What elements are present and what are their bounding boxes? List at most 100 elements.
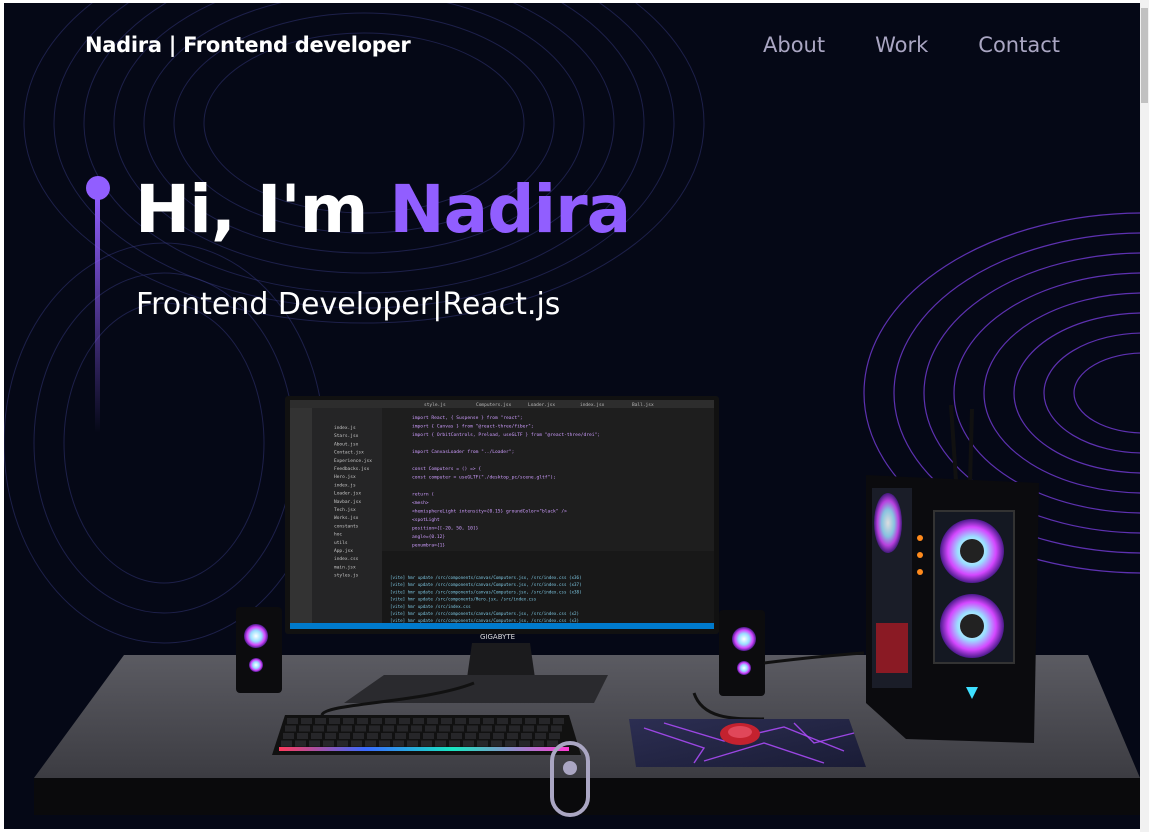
keyboard-key bbox=[479, 733, 490, 739]
keyboard-key bbox=[357, 718, 368, 724]
explorer-file-item: index.js bbox=[334, 425, 356, 431]
keyboard-key bbox=[337, 740, 348, 747]
keyboard-key bbox=[441, 718, 452, 724]
keyboard-key bbox=[549, 733, 560, 739]
keyboard-key bbox=[365, 740, 376, 747]
explorer-file-item: Experience.jsx bbox=[334, 458, 372, 464]
monitor-brand-label: GIGABYTE bbox=[480, 633, 515, 641]
explorer-file-item: utils bbox=[334, 540, 348, 546]
keyboard-key bbox=[353, 733, 364, 739]
keyboard-key bbox=[411, 725, 422, 732]
keyboard-key bbox=[367, 733, 378, 739]
code-line: position={[-20, 50, 10]} bbox=[412, 526, 479, 532]
keyboard-key bbox=[537, 725, 548, 732]
code-line: return ( bbox=[412, 492, 434, 498]
terminal-line: [vite] hmr update /src/components/canvas… bbox=[390, 575, 582, 580]
explorer-file-item: Feedbacks.jsx bbox=[334, 466, 370, 472]
keyboard-key bbox=[283, 733, 294, 739]
terminal-line: [vite] hmr update /src/components/Hero.j… bbox=[390, 597, 537, 602]
terminal-line: [vite] hmr update /src/components/canvas… bbox=[390, 611, 579, 616]
page-scrollbar[interactable] bbox=[1140, 0, 1149, 832]
keyboard-key bbox=[327, 725, 338, 732]
keyboard-key bbox=[313, 725, 324, 732]
keyboard-key bbox=[455, 718, 466, 724]
code-line: <hemisphereLight intensity={0.15} ground… bbox=[412, 509, 567, 515]
keyboard-key bbox=[435, 740, 446, 747]
explorer-file-item: hoc bbox=[334, 532, 342, 538]
keyboard-key bbox=[339, 733, 350, 739]
scroll-dot bbox=[563, 761, 577, 775]
keyboard-key bbox=[519, 740, 530, 747]
keyboard-key bbox=[539, 718, 550, 724]
code-line: import { OrbitControls, Preload, useGLTF… bbox=[412, 432, 600, 438]
keyboard-key bbox=[505, 740, 516, 747]
keyboard-key bbox=[385, 718, 396, 724]
keyboard-key bbox=[495, 725, 506, 732]
keyboard-key bbox=[451, 733, 462, 739]
code-line: <spotLight bbox=[412, 517, 440, 523]
editor-tab: style.js bbox=[424, 402, 446, 408]
keyboard-key bbox=[295, 740, 306, 747]
explorer-file-item: index.js bbox=[334, 482, 356, 488]
keyboard-key bbox=[341, 725, 352, 732]
site-logo-title[interactable]: Nadira | Frontend developer bbox=[85, 33, 411, 57]
explorer-file-item: Navbar.jsx bbox=[334, 499, 361, 505]
explorer-file-item: Tech.jsx bbox=[334, 507, 356, 513]
keyboard-key bbox=[397, 725, 408, 732]
explorer-file-item: index.css bbox=[334, 556, 359, 562]
explorer-file-item: styles.js bbox=[334, 573, 359, 579]
keyboard-key bbox=[423, 733, 434, 739]
keyboard bbox=[272, 715, 581, 755]
explorer-file-item: Works.jsx bbox=[334, 515, 359, 521]
keyboard-key bbox=[351, 740, 362, 747]
keyboard-key bbox=[311, 733, 322, 739]
code-line: import React, { Suspense } from "react"; bbox=[412, 415, 523, 421]
hero-greeting: Hi, I'm bbox=[135, 171, 390, 248]
explorer-file-item: main.jsx bbox=[334, 564, 356, 570]
editor-tab: index.jsx bbox=[580, 402, 605, 408]
keyboard-key bbox=[425, 725, 436, 732]
keyboard-key bbox=[507, 733, 518, 739]
keyboard-key bbox=[309, 740, 320, 747]
keyboard-key bbox=[491, 740, 502, 747]
keyboard-key bbox=[465, 733, 476, 739]
nav-link-about[interactable]: About bbox=[763, 33, 825, 57]
terminal-line: [vite] hmr update /src/components/canvas… bbox=[390, 589, 582, 594]
explorer-file-item: Loader.jsx bbox=[334, 491, 361, 497]
explorer-file-item: Contact.jsx bbox=[334, 450, 364, 456]
keyboard-key bbox=[427, 718, 438, 724]
editor-tab: Computers.jsx bbox=[476, 402, 512, 408]
explorer-file-item: About.jsx bbox=[334, 441, 359, 447]
keyboard-key bbox=[409, 733, 420, 739]
code-line: import CanvasLoader from "../Loader"; bbox=[412, 449, 514, 455]
scrollbar-thumb[interactable] bbox=[1141, 8, 1148, 103]
pc-tower bbox=[866, 404, 1039, 743]
nav-link-work[interactable]: Work bbox=[875, 33, 928, 57]
keyboard-key bbox=[383, 725, 394, 732]
hero-title: Hi, I'm Nadira bbox=[135, 171, 631, 248]
keyboard-key bbox=[323, 740, 334, 747]
keyboard-key bbox=[453, 725, 464, 732]
keyboard-key bbox=[437, 733, 448, 739]
keyboard-key bbox=[301, 718, 312, 724]
editor-tab: Ball.jsx bbox=[632, 402, 654, 408]
keyboard-key bbox=[395, 733, 406, 739]
keyboard-key bbox=[523, 725, 534, 732]
keyboard-key bbox=[329, 718, 340, 724]
explorer-file-item: constants bbox=[334, 523, 359, 529]
code-line: const Computers = () => { bbox=[412, 466, 481, 472]
keyboard-key bbox=[343, 718, 354, 724]
nav-link-contact[interactable]: Contact bbox=[978, 33, 1060, 57]
mouse-scroll-icon[interactable] bbox=[550, 741, 590, 817]
keyboard-key bbox=[553, 718, 564, 724]
code-line: angle={0.12} bbox=[412, 534, 445, 540]
nav-links: About Work Contact bbox=[763, 33, 1060, 57]
hero-subtitle: Frontend Developer|React.js bbox=[136, 287, 561, 322]
keyboard-key bbox=[493, 733, 504, 739]
code-line: const computer = useGLTF("./desktop_pc/s… bbox=[412, 475, 556, 481]
keyboard-key bbox=[525, 718, 536, 724]
keyboard-key bbox=[469, 718, 480, 724]
code-line: penumbra={1} bbox=[412, 543, 445, 549]
keyboard-key bbox=[449, 740, 460, 747]
keyboard-key bbox=[511, 718, 522, 724]
